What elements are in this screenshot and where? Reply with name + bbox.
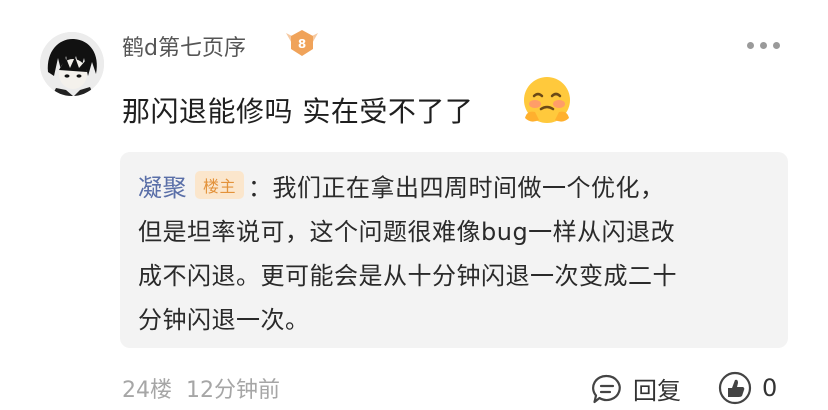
reply-first-line: 凝聚 楼主 ：我们正在拿出四周时间做一个优化， [138, 168, 665, 203]
username[interactable]: 鹤d第七页序 [122, 30, 246, 62]
like-icon [718, 371, 752, 405]
more-icon[interactable] [747, 42, 780, 50]
reply-line-3: 成不闪退。更可能会是从十分钟闪退一次变成二十 [138, 262, 677, 290]
reply-label: 回复 [633, 377, 681, 405]
reply-author[interactable]: 凝聚 [138, 174, 187, 202]
comment-meta: 24楼 12分钟前 [122, 372, 280, 404]
more-dot [747, 42, 754, 49]
avatar[interactable] [40, 32, 104, 96]
more-dot [760, 42, 767, 49]
reply-icon [592, 374, 621, 403]
level-badge-icon: 8 [282, 27, 322, 61]
avatar-image [40, 32, 104, 96]
more-dot [773, 42, 780, 49]
reply-line-4: 分钟闪退一次。 [138, 306, 310, 334]
reply-line-1: 我们正在拿出四周时间做一个优化， [272, 174, 665, 202]
reply-separator: ： [248, 174, 273, 202]
reply-line-2: 但是坦率说可，这个问题很难像bug一样从闪退改 [138, 218, 676, 246]
host-badge: 楼主 [195, 171, 245, 199]
timestamp: 12分钟前 [186, 378, 280, 403]
level-number: 8 [298, 37, 306, 51]
reply-button[interactable]: 回复 [591, 371, 681, 406]
like-button[interactable]: 0 [718, 371, 777, 405]
comment-text: 那闪退能修吗 实在受不了了 [122, 95, 474, 128]
reply-box[interactable]: 凝聚 楼主 ：我们正在拿出四周时间做一个优化， 但是坦率说可，这个问题很难像bug一… [120, 152, 788, 348]
hot-face-emoji [521, 74, 573, 126]
like-count: 0 [762, 374, 778, 402]
floor-number: 24楼 [122, 378, 172, 403]
